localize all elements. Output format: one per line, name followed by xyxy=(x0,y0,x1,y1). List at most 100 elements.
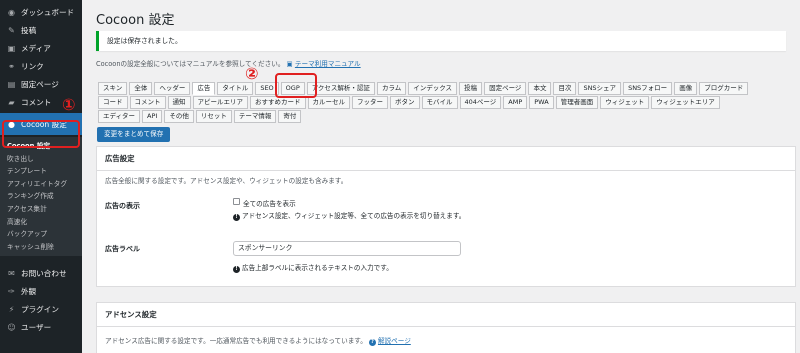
info-icon: ! xyxy=(233,266,240,273)
settings-tab[interactable]: SNSフォロー xyxy=(623,82,673,95)
admin-sidebar: ◉ ダッシュボード ✎ 投稿 ▣ メディア ⚭ リンク ▤ 固定ページ ▰ コメント ● Cocoon… xyxy=(0,0,82,353)
settings-tab[interactable]: AMP xyxy=(503,96,528,109)
ad-label-help-text: 広告上部ラベルに表示されるテキストの入力です。 xyxy=(242,264,393,272)
sidebar-item-link[interactable]: ⚭ リンク xyxy=(0,57,82,75)
help-icon: ? xyxy=(368,339,376,346)
settings-tab[interactable]: 目次 xyxy=(553,82,577,95)
save-all-button[interactable]: 変更をまとめて保存 xyxy=(97,127,171,142)
submenu-item[interactable]: アフィリエイトタグ xyxy=(0,178,82,191)
settings-tab[interactable]: コメント xyxy=(129,96,166,109)
settings-tab[interactable]: カルーセル xyxy=(307,96,350,109)
submenu-item[interactable]: 高速化 xyxy=(0,216,82,229)
settings-tab[interactable]: ウィジェットエリア xyxy=(651,96,720,109)
sidebar-item-mail[interactable]: ✉ お問い合わせ xyxy=(0,264,82,282)
settings-tab[interactable]: ヘッダー xyxy=(154,82,191,95)
settings-tab[interactable]: PWA xyxy=(529,96,554,109)
settings-tab[interactable]: インデックス xyxy=(408,82,458,95)
book-icon: ▣ xyxy=(286,60,293,68)
submenu-item[interactable]: テンプレート xyxy=(0,165,82,178)
sidebar-item-media[interactable]: ▣ メディア xyxy=(0,39,82,57)
info-icon: ! xyxy=(233,214,240,221)
submenu-item[interactable]: キャッシュ削除 xyxy=(0,241,82,254)
panel-title: 広告設定 xyxy=(97,147,795,171)
settings-tab[interactable]: モバイル xyxy=(421,96,458,109)
annotation-number-2: ② xyxy=(245,64,259,83)
settings-tab[interactable]: ウィジェット xyxy=(600,96,650,109)
settings-tabs: スキン 全体 ヘッダー 広告 タイトル SEO OGP アクセス解析・認証 カラム インデックス投… xyxy=(98,82,798,124)
page-icon: ▤ xyxy=(7,79,16,89)
submenu-item[interactable]: ランキング作成 xyxy=(0,190,82,203)
manual-link[interactable]: テーマ利用マニュアル xyxy=(295,60,361,68)
pin-icon: ✎ xyxy=(8,25,15,35)
submenu-item[interactable]: バックアップ xyxy=(0,228,82,241)
media-icon: ▣ xyxy=(7,43,16,53)
settings-tab[interactable]: 寄付 xyxy=(278,110,302,123)
sidebar-submenu: Cocoon 設定 吹き出し テンプレート アフィリエイトタグ ランキング作成 アクセス集… xyxy=(0,137,82,257)
sidebar-item-page[interactable]: ▤ 固定ページ xyxy=(0,75,82,93)
settings-tab[interactable]: コード xyxy=(98,96,128,109)
dashboard-icon: ◉ xyxy=(8,7,15,17)
settings-tab[interactable]: タイトル xyxy=(217,82,254,95)
ads-settings-panel: 広告設定 広告全般に関する設定です。アドセンス設定や、ウィジェットの設定も含みま… xyxy=(96,146,796,287)
submenu-item[interactable]: 吹き出し xyxy=(0,153,82,166)
annotation-box-2 xyxy=(275,73,317,98)
sidebar-item-label: 固定ページ xyxy=(21,79,59,89)
sidebar-item-label: ユーザー xyxy=(21,322,52,332)
sidebar-item-label: ダッシュボード xyxy=(21,7,75,17)
sidebar-item-pin[interactable]: ✎ 投稿 xyxy=(0,21,82,39)
page-title: Cocoon 設定 xyxy=(96,13,175,28)
settings-tab[interactable]: テーマ情報 xyxy=(233,110,277,123)
settings-tab[interactable]: 通知 xyxy=(167,96,191,109)
sidebar-item-appearance[interactable]: ✑ 外観 xyxy=(0,282,82,300)
sidebar-item-label: 外観 xyxy=(21,286,37,296)
settings-tab[interactable]: 画像 xyxy=(674,82,698,95)
settings-tab[interactable]: ブログカード xyxy=(699,82,749,95)
appearance-icon: ✑ xyxy=(8,286,15,296)
submenu-item[interactable]: アクセス集計 xyxy=(0,203,82,216)
sidebar-item-label: メディア xyxy=(21,43,51,53)
sidebar-item-label: リンク xyxy=(21,61,44,71)
adsense-settings-panel: アドセンス設定 アドセンス広告に関する設定です。一応通常広告でも利用できるように… xyxy=(96,302,796,353)
settings-tab[interactable]: 管理者画面 xyxy=(555,96,599,109)
settings-tab[interactable]: フッター xyxy=(352,96,388,109)
settings-tab[interactable]: スキン xyxy=(98,82,128,95)
manual-line: Cocoonの設定全般についてはマニュアルを参照してください。 ▣ テーマ利用マ… xyxy=(96,58,361,68)
sidebar-item-label: コメント xyxy=(21,97,52,107)
display-label: 広告の表示 xyxy=(105,202,140,210)
annotation-box-1 xyxy=(2,120,80,148)
sidebar-item-user[interactable]: ☺ ユーザー xyxy=(0,318,82,336)
saved-notice: 設定は保存されました。 xyxy=(96,31,786,51)
ad-label-input[interactable]: スポンサーリンク xyxy=(233,241,461,256)
display-help-text: アドセンス設定、ウィジェット設定等、全ての広告の表示を切り替えます。 xyxy=(242,212,466,220)
settings-tab[interactable]: ボタン xyxy=(390,96,420,109)
show-all-ads-checkbox[interactable] xyxy=(233,198,240,205)
settings-tab[interactable]: 投稿 xyxy=(459,82,483,95)
sidebar-item-label: プラグイン xyxy=(21,304,59,314)
main-content: Cocoon 設定 設定は保存されました。 Cocoonの設定全般についてはマニ… xyxy=(82,0,800,353)
settings-tab[interactable]: エディター xyxy=(98,110,141,123)
settings-tab[interactable]: 全体 xyxy=(129,82,153,95)
panel-title: アドセンス設定 xyxy=(97,303,795,327)
sidebar-item-label: お問い合わせ xyxy=(21,268,67,278)
settings-tab[interactable]: 404ページ xyxy=(459,96,502,109)
settings-tab[interactable]: 本文 xyxy=(528,82,552,95)
settings-tab[interactable]: 固定ページ xyxy=(484,82,527,95)
settings-tab[interactable]: SNSシェア xyxy=(578,82,622,95)
sidebar-item-plugin[interactable]: ⚡ プラグイン xyxy=(0,300,82,318)
checkbox-label: 全ての広告を表示 xyxy=(243,200,296,208)
explanation-link[interactable]: 解説ページ xyxy=(378,337,411,345)
display-help: ! アドセンス設定、ウィジェット設定等、全ての広告の表示を切り替えます。 xyxy=(233,210,465,221)
panel-description: アドセンス広告に関する設定です。一応通常広告でも利用できるようにはなっています。 xyxy=(105,337,367,345)
settings-tab[interactable]: その他 xyxy=(164,110,194,123)
settings-tab[interactable]: アピールエリア xyxy=(192,96,248,109)
settings-tab[interactable]: 広告 xyxy=(192,82,216,95)
sidebar-item-dashboard[interactable]: ◉ ダッシュボード xyxy=(0,3,82,21)
link-icon: ⚭ xyxy=(8,61,15,71)
panel-description-line: アドセンス広告に関する設定です。一応通常広告でも利用できるようにはなっています。… xyxy=(105,335,411,346)
settings-tab[interactable]: API xyxy=(142,110,163,123)
sidebar-item-label: 投稿 xyxy=(21,25,37,35)
comment-icon: ▰ xyxy=(8,97,15,107)
panel-description: 広告全般に関する設定です。アドセンス設定や、ウィジェットの設定も含みます。 xyxy=(105,177,348,185)
settings-tab[interactable]: リセット xyxy=(195,110,232,123)
settings-tab[interactable]: カラム xyxy=(376,82,407,95)
